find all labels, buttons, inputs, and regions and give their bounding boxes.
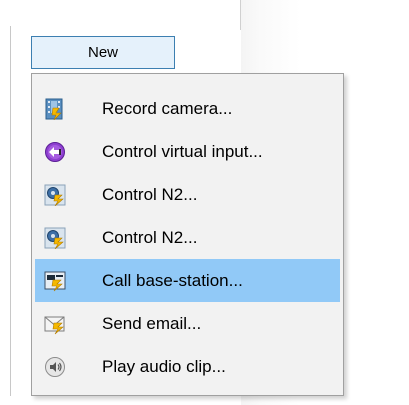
call-base-station-icon xyxy=(44,270,66,292)
menu-item-label: Control N2... xyxy=(102,184,198,204)
menu-item-label: Call base-station... xyxy=(102,270,243,290)
record-camera-icon xyxy=(44,98,66,120)
menu-item-send-email[interactable]: Send email... xyxy=(35,302,340,345)
menu-item-label: Send email... xyxy=(102,313,202,333)
control-n2-icon xyxy=(44,227,66,249)
panel-divider xyxy=(240,0,241,30)
menu-item-label: Play audio clip... xyxy=(102,356,226,376)
menu-item-label: Control N2... xyxy=(102,227,198,247)
menu-item-label: Control virtual input... xyxy=(102,141,263,161)
left-panel-edge xyxy=(0,26,11,396)
menu-item-record-camera[interactable]: Record camera... xyxy=(35,87,340,130)
menu-item-control-n2[interactable]: Control N2... xyxy=(35,173,340,216)
menu-item-play-audio-clip[interactable]: Play audio clip... xyxy=(35,345,340,388)
new-button[interactable]: New xyxy=(31,36,175,69)
new-button-label: New xyxy=(87,44,118,61)
app-window: New Record camera... Control virtual inp… xyxy=(0,0,409,405)
control-n2-icon xyxy=(44,184,66,206)
menu-item-call-base-station[interactable]: Call base-station... xyxy=(35,259,340,302)
send-email-icon xyxy=(44,313,66,335)
audio-clip-icon xyxy=(44,356,66,378)
virtual-input-icon xyxy=(44,141,66,163)
menu-item-label: Record camera... xyxy=(102,98,233,118)
new-action-menu: Record camera... Control virtual input..… xyxy=(31,73,344,396)
menu-item-control-virtual-input[interactable]: Control virtual input... xyxy=(35,130,340,173)
menu-item-control-n2[interactable]: Control N2... xyxy=(35,216,340,259)
